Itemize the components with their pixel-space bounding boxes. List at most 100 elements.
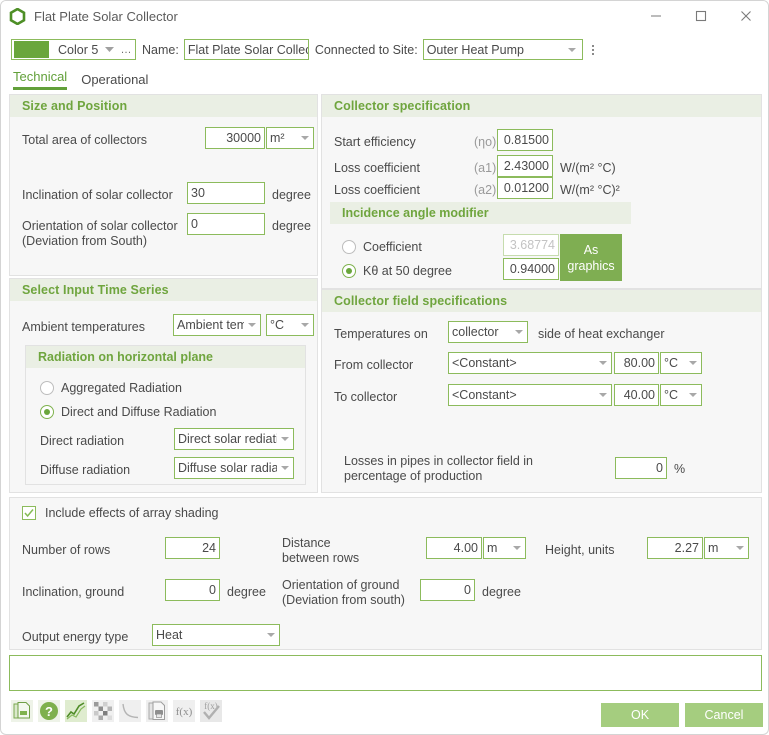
dialog-body: Size and Position Total area of collecto… [1,91,768,734]
chevron-down-icon[interactable] [685,393,701,397]
losses-input[interactable]: 0 [615,457,667,479]
notes-textarea[interactable] [9,655,762,691]
radio-aggregated-radiation[interactable]: Aggregated Radiation [40,381,182,395]
name-input[interactable]: Flat Plate Solar Collector [183,39,309,60]
output-energy-type-select[interactable]: Heat [152,624,280,646]
chevron-down-icon[interactable] [732,546,748,550]
to-collector-unit-select[interactable]: °C [660,384,702,406]
copy-document-icon[interactable] [11,700,33,722]
site-options-button[interactable] [588,44,598,55]
svg-text:?: ? [45,704,53,719]
loss-coefficient-a1-input[interactable]: 2.43000 [497,155,553,177]
orientation-ground-value: 0 [464,583,471,597]
coefficient-input[interactable]: 3.68774 [503,234,559,256]
close-icon[interactable] [723,1,768,31]
inclination-unit: degree [272,188,311,202]
loss-coefficient-a1-symbol: (a1) [474,161,497,175]
distance-unit-select[interactable]: m [483,537,526,559]
height-unit-select[interactable]: m [704,537,749,559]
height-units-label: Height, units [545,543,615,557]
radio-direct-and-diffuse-radiation[interactable]: Direct and Diffuse Radiation [40,405,216,419]
total-area-unit-select[interactable]: m² [266,127,314,149]
ktheta-input[interactable]: 0.94000 [503,258,559,280]
chevron-down-icon[interactable] [263,633,279,637]
orientation-input[interactable]: 0 [187,213,265,235]
losses-label-line2: percentage of production [344,469,483,483]
inclination-label: Inclination of solar collector [22,188,173,202]
height-input[interactable]: 2.27 [647,537,703,559]
chevron-down-icon[interactable] [595,393,611,397]
diffuse-radiation-select[interactable]: Diffuse solar radiation [174,457,294,479]
start-efficiency-label: Start efficiency [334,135,416,149]
chevron-down-icon[interactable] [277,466,293,470]
radio-ktheta-at-50-degree[interactable]: Kθ at 50 degree [342,264,452,278]
to-collector-source-select[interactable]: <Constant> [448,384,612,406]
include-array-shading-checkbox[interactable]: Include effects of array shading [22,506,219,520]
distance-between-rows-input[interactable]: 4.00 [426,537,482,559]
cancel-button[interactable]: Cancel [685,703,763,727]
inclination-ground-unit: degree [227,585,266,599]
chevron-down-icon[interactable] [564,48,580,52]
chevron-down-icon[interactable] [101,46,117,54]
chevron-down-icon[interactable] [595,361,611,365]
orientation-value: 0 [191,217,198,231]
number-of-rows-label: Number of rows [22,543,111,557]
chart-line-icon[interactable] [65,700,87,722]
color-more-button[interactable]: … [117,44,135,56]
ambient-temperatures-select[interactable]: Ambient temperature [173,314,261,336]
from-collector-input[interactable]: 80.00 [614,352,659,374]
help-question-icon[interactable]: ? [38,700,60,722]
number-of-rows-input[interactable]: 24 [165,537,220,559]
to-collector-input[interactable]: 40.00 [614,384,659,406]
loss-coefficient-a2-unit: W/(m² °C)² [560,183,620,197]
from-collector-unit-value: °C [664,356,679,370]
subpanel-radiation-horizontal-plane: Radiation on horizontal plane Aggregated… [25,345,306,485]
radio-label: Kθ at 50 degree [363,264,452,278]
distance-unit-value: m [487,541,498,555]
ambient-temperatures-unit-select[interactable]: °C [266,314,314,336]
radio-circle-icon [342,240,356,254]
chevron-down-icon[interactable] [297,136,313,140]
maximize-icon[interactable] [678,1,723,31]
radio-label: Aggregated Radiation [61,381,182,395]
chevron-down-icon[interactable] [685,361,701,365]
color-label: Color 5 [58,42,99,57]
connected-site-select[interactable]: Outer Heat Pump [422,39,583,60]
number-of-rows-value: 24 [202,541,216,555]
tab-operational[interactable]: Operational [81,72,148,90]
tab-technical[interactable]: Technical [13,69,68,90]
heatmap-grid-icon[interactable] [92,700,114,722]
as-graphics-button[interactable]: As graphics [560,234,622,281]
chevron-down-icon[interactable] [509,546,525,550]
as-graphics-line2: graphics [567,258,615,273]
inclination-ground-input[interactable]: 0 [165,579,220,601]
temperatures-on-label: Temperatures on [334,327,428,341]
temperatures-on-select[interactable]: collector [448,321,528,343]
inclination-input[interactable]: 30 [187,182,265,204]
to-collector-unit-value: °C [664,388,679,402]
total-area-value: 30000 [226,131,261,145]
total-area-input[interactable]: 30000 [205,127,265,149]
panel-title-time-series: Select Input Time Series [10,279,317,301]
start-efficiency-input[interactable]: 0.81500 [497,129,553,151]
color-selector[interactable]: Color 5 … [11,39,136,60]
from-collector-unit-select[interactable]: °C [660,352,702,374]
inclination-ground-label: Inclination, ground [22,585,125,599]
minimize-icon[interactable] [633,1,678,31]
chevron-down-icon[interactable] [277,437,293,441]
orientation-ground-input[interactable]: 0 [420,579,475,601]
from-collector-source-value: <Constant> [452,356,517,370]
distance-between-rows-value: 4.00 [453,541,478,555]
ok-button[interactable]: OK [601,703,679,727]
loss-coefficient-a2-input[interactable]: 0.01200 [497,177,553,199]
chevron-down-icon[interactable] [297,323,313,327]
radio-circle-icon [40,405,54,419]
radio-coefficient[interactable]: Coefficient [342,240,422,254]
subpanel-title-incidence: Incidence angle modifier [330,202,631,224]
loss-coefficient-a1-unit: W/(m² °C) [560,161,616,175]
chevron-down-icon[interactable] [511,330,527,334]
chevron-down-icon[interactable] [244,323,260,327]
panel-array-shading: Include effects of array shading Number … [9,497,762,650]
from-collector-source-select[interactable]: <Constant> [448,352,612,374]
direct-radiation-select[interactable]: Direct solar rediation [174,428,294,450]
